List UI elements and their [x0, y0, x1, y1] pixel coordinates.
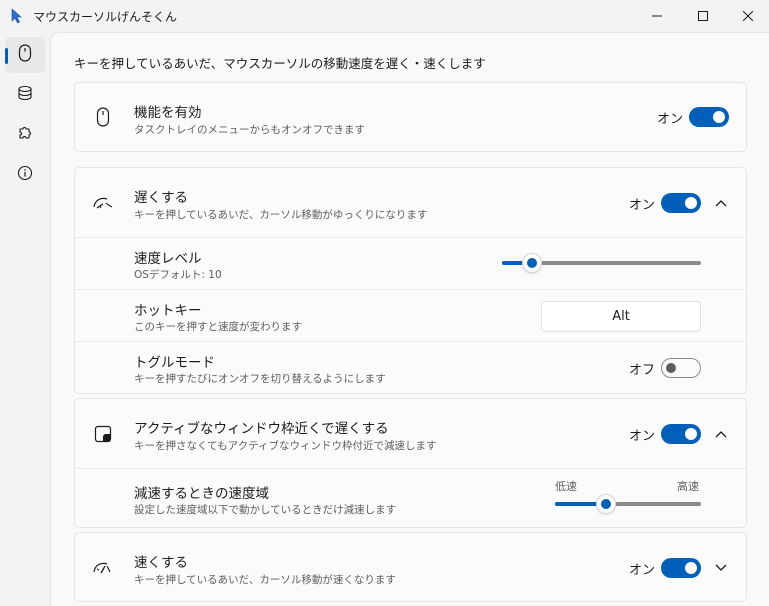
toggle-mode-state-label: オフ — [629, 363, 656, 378]
info-icon — [17, 165, 33, 185]
speed-level-title: 速度レベル — [134, 251, 202, 267]
card-slow: 遅くする キーを押しているあいだ、カーソル移動がゆっくりになります オン 速度レ… — [74, 167, 747, 394]
active-window-subtitle: キーを押さなくてもアクティブなウィンドウ枠付近で減速します — [134, 440, 437, 452]
sidebar — [0, 32, 50, 606]
slow-title: 遅くする — [134, 190, 188, 206]
nav-item-extensions[interactable] — [5, 117, 45, 153]
fast-state-label: オン — [629, 563, 656, 578]
card-fast: 速くする キーを押しているあいだ、カーソル移動が速くなります オン — [74, 532, 747, 602]
speed-range-slider[interactable] — [555, 494, 701, 514]
speed-range-subtitle: 設定した速度域以下で動かしているときだけ減速します — [134, 504, 397, 516]
toggle-mode-toggle[interactable] — [661, 358, 701, 378]
hotkey-input[interactable]: Alt — [541, 301, 701, 332]
nav-item-mouse[interactable] — [5, 37, 45, 73]
speed-level-subtitle: OSデフォルト: 10 — [134, 269, 222, 281]
chevron-up-icon[interactable] — [711, 193, 731, 213]
slow-toggle[interactable] — [661, 193, 701, 213]
page-description: キーを押しているあいだ、マウスカーソルの移動速度を遅く・速くします — [74, 56, 486, 71]
nav-selection-indicator — [5, 48, 8, 64]
chevron-down-icon[interactable] — [711, 558, 731, 578]
row-speed-range: 減速するときの速度域 設定した速度域以下で動かしているときだけ減速します 低速 … — [75, 468, 746, 527]
speedometer-fast-icon — [91, 556, 115, 580]
speed-level-slider[interactable] — [502, 253, 701, 273]
toggle-mode-subtitle: キーを押すたびにオンオフを切り替えるようにします — [134, 373, 386, 385]
nav-item-database[interactable] — [5, 77, 45, 113]
speed-level-slider-thumb[interactable] — [522, 253, 542, 273]
range-high-label: 高速 — [677, 480, 699, 493]
toggle-mode-title: トグルモード — [134, 355, 215, 371]
mouse-icon — [18, 44, 32, 66]
enable-subtitle: タスクトレイのメニューからもオンオフできます — [134, 124, 365, 136]
fast-title: 速くする — [134, 555, 188, 571]
enable-title: 機能を有効 — [134, 105, 202, 121]
fast-toggle[interactable] — [661, 558, 701, 578]
app-cursor-icon — [10, 8, 24, 24]
speed-range-title: 減速するときの速度域 — [134, 486, 269, 502]
row-active-window[interactable]: アクティブなウィンドウ枠近くで遅くする キーを押さなくてもアクティブなウィンドウ… — [75, 399, 746, 468]
minimize-button[interactable] — [634, 0, 680, 32]
row-toggle-mode: トグルモード キーを押すたびにオンオフを切り替えるようにします オフ — [75, 341, 746, 393]
card-enable: 機能を有効 タスクトレイのメニューからもオンオフできます オン — [74, 82, 747, 152]
window-corner-icon — [91, 422, 115, 446]
enable-state-label: オン — [657, 112, 684, 127]
active-window-toggle[interactable] — [661, 424, 701, 444]
puzzle-icon — [17, 125, 33, 145]
row-enable: 機能を有効 タスクトレイのメニューからもオンオフできます オン — [75, 83, 746, 151]
nav-item-about[interactable] — [5, 157, 45, 193]
speedometer-slow-icon — [91, 191, 115, 215]
card-active-window: アクティブなウィンドウ枠近くで遅くする キーを押さなくてもアクティブなウィンドウ… — [74, 398, 747, 528]
close-button[interactable] — [725, 0, 769, 32]
settings-content: キーを押しているあいだ、マウスカーソルの移動速度を遅く・速くします 機能を有効 … — [50, 32, 769, 606]
enable-toggle[interactable] — [689, 107, 729, 127]
fast-subtitle: キーを押しているあいだ、カーソル移動が速くなります — [134, 574, 396, 586]
hotkey-title: ホットキー — [134, 303, 202, 319]
active-window-title: アクティブなウィンドウ枠近くで遅くする — [134, 421, 389, 437]
window-title: マウスカーソルげんそくん — [33, 10, 178, 24]
chevron-up-icon[interactable] — [711, 424, 731, 444]
hotkey-subtitle: このキーを押すと速度が変わります — [134, 321, 302, 333]
speed-range-slider-thumb[interactable] — [596, 494, 616, 514]
slow-subtitle: キーを押しているあいだ、カーソル移動がゆっくりになります — [134, 209, 428, 221]
active-window-state-label: オン — [629, 429, 656, 444]
row-slow[interactable]: 遅くする キーを押しているあいだ、カーソル移動がゆっくりになります オン — [75, 168, 746, 237]
mouse-icon — [91, 105, 115, 129]
database-icon — [17, 85, 33, 105]
maximize-button[interactable] — [680, 0, 726, 32]
row-speed-level: 速度レベル OSデフォルト: 10 — [75, 237, 746, 289]
row-hotkey: ホットキー このキーを押すと速度が変わります Alt — [75, 289, 746, 341]
slow-state-label: オン — [629, 198, 656, 213]
row-fast[interactable]: 速くする キーを押しているあいだ、カーソル移動が速くなります オン — [75, 533, 746, 601]
range-low-label: 低速 — [555, 480, 577, 493]
title-bar: マウスカーソルげんそくん — [0, 0, 769, 32]
